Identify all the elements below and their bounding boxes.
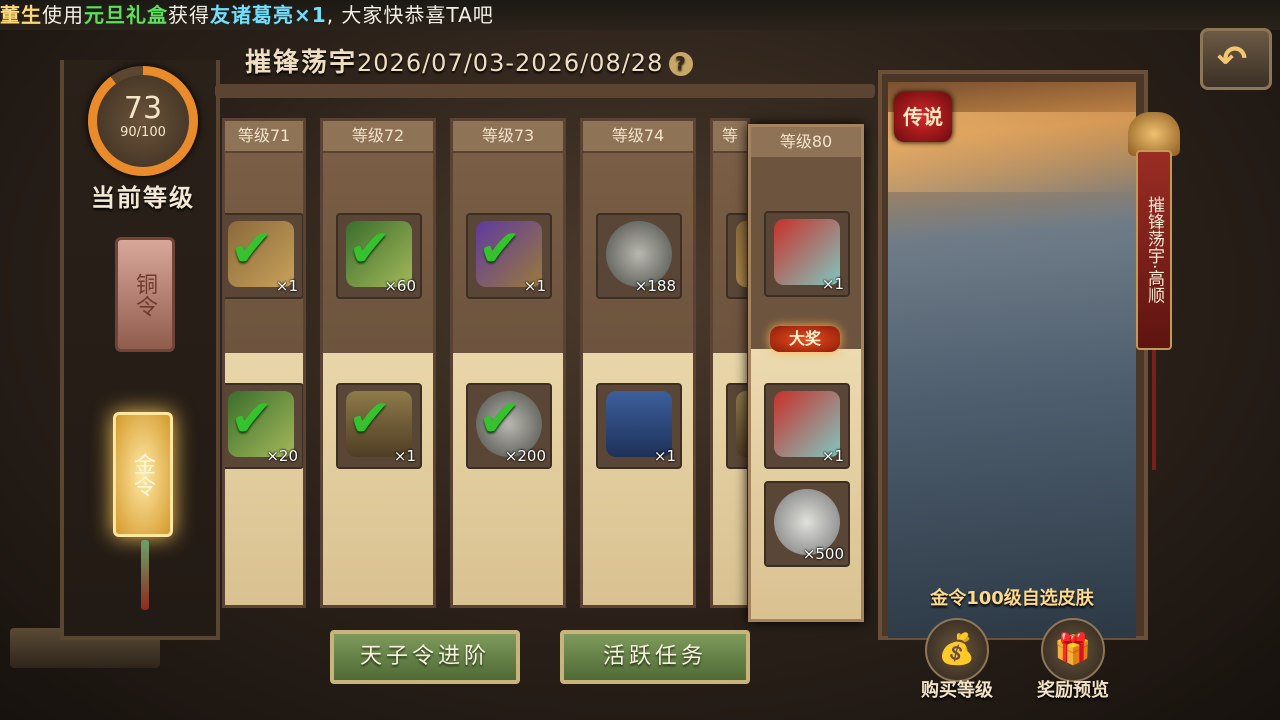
checkmark-icon: ✔	[478, 219, 522, 279]
checkmark-icon: ✔	[230, 219, 274, 279]
buy-level-button[interactable]: 💰 购买等级	[902, 618, 1012, 718]
reward-preview-label: 奖励预览	[1037, 680, 1109, 701]
reward-qty: ×20	[266, 447, 298, 465]
event-header: 摧锋荡宇2026/07/03-2026/08/28?	[245, 42, 694, 82]
back-button[interactable]: ↶	[1200, 28, 1272, 90]
reward-cell[interactable]: ✔ ×60	[336, 213, 422, 299]
grand-bottom-row: ×1 ×500	[751, 349, 861, 619]
reward-cell[interactable]: ✔ ×200	[466, 383, 552, 469]
advance-pass-button[interactable]: 天子令进阶	[330, 630, 520, 684]
copper-reward-row: ✔ ×60	[323, 153, 433, 353]
checkmark-icon: ✔	[348, 219, 392, 279]
grand-top-row: ×1	[751, 157, 861, 349]
reward-preview-button[interactable]: 🎁 奖励预览	[1018, 618, 1128, 718]
gold-reward-row: ✔ ×200	[453, 353, 563, 605]
reward-cell[interactable]: ×1	[764, 383, 850, 469]
reward-qty: ×200	[504, 447, 546, 465]
skin-caption: 金令100级自选皮肤	[930, 588, 1094, 609]
reward-cell[interactable]: ×1	[596, 383, 682, 469]
tab-copper-pass[interactable]: 铜令	[115, 237, 175, 352]
reward-qty: ×500	[802, 545, 844, 563]
legend-rarity-badge: 传说	[894, 92, 952, 142]
reward-qty: ×1	[393, 447, 416, 465]
level-label: 等级73	[453, 121, 563, 153]
event-title: 摧锋荡宇	[245, 48, 358, 78]
gold-reward-row: ✔ ×1	[323, 353, 433, 605]
reward-cell[interactable]: ✔ ×1	[466, 213, 552, 299]
reward-column: 等级74 ×188 ×1	[580, 118, 696, 608]
reward-cell[interactable]	[726, 213, 747, 299]
ticker-player: 董生	[0, 3, 42, 27]
reward-qty: ×1	[523, 277, 546, 295]
copper-reward-row: ✔ ×1	[225, 153, 303, 353]
ticker-used: 使用	[42, 3, 84, 27]
level-label: 等	[713, 121, 747, 153]
back-arrow-icon: ↶	[1217, 39, 1248, 80]
active-tasks-button[interactable]: 活跃任务	[560, 630, 750, 684]
reward-cell[interactable]: ✔ ×1	[225, 213, 303, 299]
level-progress-text: 90/100	[120, 125, 166, 140]
gold-reward-row: ✔ ×20	[225, 353, 303, 605]
copper-reward-row: ✔ ×1	[453, 153, 563, 353]
reward-qty: ×188	[634, 277, 676, 295]
level-progress-ring: 73 90/100	[88, 66, 198, 176]
help-icon[interactable]: ?	[669, 51, 694, 76]
banner-rope	[1152, 350, 1156, 470]
buy-level-label: 购买等级	[921, 680, 993, 701]
skin-name-banner: 摧锋荡宇·高顺	[1136, 150, 1172, 350]
reward-cell[interactable]: ×1	[764, 211, 850, 297]
reward-cell[interactable]: ✔ ×1	[336, 383, 422, 469]
scroll-rack	[215, 84, 875, 98]
battle-pass-screen: { "ticker": { "player": "董生", "used": "使…	[0, 0, 1280, 720]
reward-qty: ×1	[653, 447, 676, 465]
ticker-cheer: , 大家快恭喜TA吧	[326, 3, 494, 27]
reward-column: 等级72 ✔ ×60 ✔ ×1	[320, 118, 436, 608]
announcement-ticker: 董生使用元旦礼盒获得友诸葛亮×1, 大家快恭喜TA吧	[0, 0, 1280, 30]
ticker-got: 获得	[168, 3, 210, 27]
checkmark-icon: ✔	[348, 389, 392, 449]
current-level: 73	[123, 91, 163, 126]
reward-qty: ×1	[821, 275, 844, 293]
reward-cell[interactable]	[726, 383, 747, 469]
current-level-label: 当前等级	[91, 184, 195, 212]
level-label: 等级74	[583, 121, 693, 153]
reward-cell[interactable]: ×500	[764, 481, 850, 567]
tassel-decoration	[141, 540, 149, 610]
ticker-reward: 友诸葛亮×1	[210, 3, 327, 27]
copper-reward-row: ×188	[583, 153, 693, 353]
checkmark-icon: ✔	[230, 389, 274, 449]
reward-cell[interactable]: ✔ ×20	[225, 383, 303, 469]
reward-column: 等	[710, 118, 750, 608]
reward-qty: ×1	[821, 447, 844, 465]
tab-gold-pass[interactable]: 金令	[113, 412, 173, 537]
gift-box-icon: 🎁	[1041, 618, 1105, 682]
gold-reward-row: ×1	[583, 353, 693, 605]
reward-column: 等级73 ✔ ×1 ✔ ×200	[450, 118, 566, 608]
copper-reward-row	[713, 153, 747, 353]
skin-preview-image[interactable]	[888, 82, 1136, 638]
level-label: 等级71	[225, 121, 303, 153]
event-dates: 2026/07/03-2026/08/28	[357, 49, 664, 77]
checkmark-icon: ✔	[478, 389, 522, 449]
grand-prize-badge: 大奖	[770, 326, 840, 352]
gold-reward-row	[713, 353, 747, 605]
level-badge: 73 90/100	[97, 75, 189, 167]
grand-reward-column[interactable]: 等级80 ×1 ×1 ×500	[748, 124, 864, 622]
ticker-item: 元旦礼盒	[84, 3, 168, 27]
reward-column: 等级71 ✔ ×1 ✔ ×20	[222, 118, 306, 608]
reward-qty: ×60	[384, 277, 416, 295]
money-bag-icon: 💰	[925, 618, 989, 682]
grand-level-label: 等级80	[751, 127, 861, 157]
level-label: 等级72	[323, 121, 433, 153]
reward-cell[interactable]: ×188	[596, 213, 682, 299]
reward-qty: ×1	[275, 277, 298, 295]
